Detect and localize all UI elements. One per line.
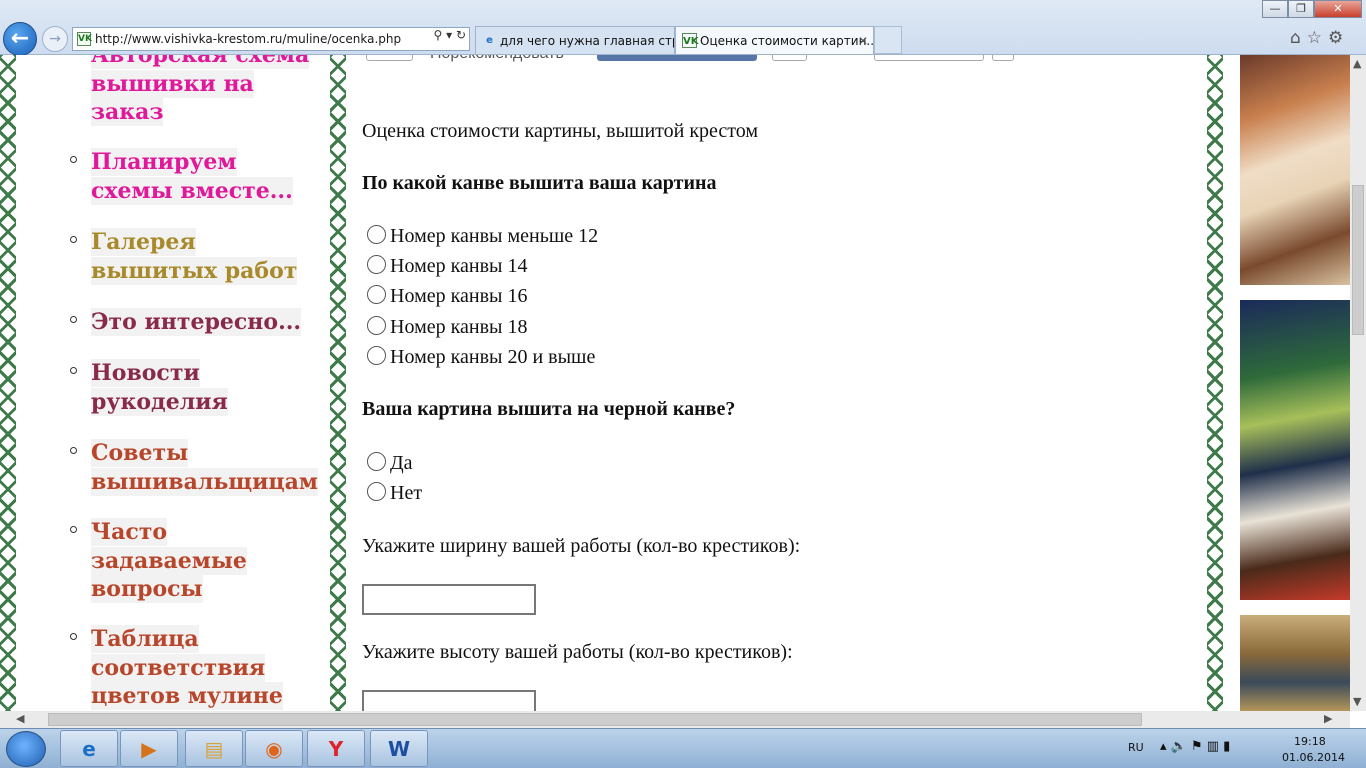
forward-button[interactable]: → [42,26,68,52]
tab-inactive[interactable]: e для чего нужна главная стра... [475,26,675,54]
embroidery-girl-dog-image[interactable] [1240,55,1350,285]
close-tab-icon[interactable]: ✕ [858,27,868,54]
share-button[interactable] [597,55,757,61]
gear-icon[interactable]: ⚙ [1328,28,1349,48]
width-input[interactable] [362,584,536,615]
tab-active[interactable]: VK Оценка стоимости картин... ✕ [675,26,874,54]
bullet-icon [70,367,77,374]
bullet-icon [70,633,77,640]
radio-circle-icon[interactable] [367,255,386,274]
bullet-icon [70,156,77,163]
radio-circle-icon[interactable] [367,346,386,365]
home-icon[interactable]: ⌂ [1290,28,1307,48]
window-controls: — ❐ ✕ [1262,0,1364,18]
scroll-right-icon[interactable]: ▶ [1324,712,1332,725]
clock-time[interactable]: 19:18 [1294,735,1326,748]
tray-icons[interactable]: ▴ 🔈 ⚑ ▥ ▮ [1160,739,1230,754]
bullet-icon [70,316,77,323]
clock-date[interactable]: 01.06.2014 [1282,751,1345,764]
bullet-icon [70,236,77,243]
close-window-button[interactable]: ✕ [1314,0,1362,18]
vk-site-icon: VK [682,33,699,48]
favorites-star-icon[interactable]: ☆ [1307,28,1328,48]
social-button[interactable] [366,55,413,61]
minimize-button[interactable]: — [1262,0,1288,18]
tab-title: для чего нужна главная стра... [500,34,674,48]
social-button[interactable] [772,55,807,61]
height-label: Укажите высоту вашей работы (кол-во крес… [362,641,793,663]
radio-canvas-20-plus[interactable]: Номер канвы 20 и выше [367,346,595,369]
media-player-icon[interactable]: ▶ [120,730,178,767]
horizontal-scrollbar[interactable]: ◀ ▶ [0,711,1350,728]
embroidery-previews [1240,55,1350,711]
scroll-up-icon[interactable]: ▲ [1353,57,1361,70]
form-title: Оценка стоимости картины, вышитой кресто… [362,120,759,142]
radio-canvas-14[interactable]: Номер канвы 14 [367,255,527,278]
start-button[interactable] [6,731,46,767]
ie-icon[interactable]: e [60,730,118,767]
tab-title: Оценка стоимости картин... [700,34,874,48]
embroidery-ornament-image[interactable] [1240,615,1350,711]
back-button[interactable]: ← [3,22,37,56]
ie-page-icon: e [486,35,493,46]
address-bar[interactable]: VK http://www.vishivka-krestom.ru/muline… [72,27,470,51]
radio-canvas-less-12[interactable]: Номер канвы меньше 12 [367,225,598,248]
taskbar: e ▶ ▤ ◉ Y W RU ▴ 🔈 ⚑ ▥ ▮ 19:18 01.06.201… [0,728,1366,768]
height-input[interactable] [362,690,536,711]
radio-circle-icon[interactable] [367,225,386,244]
vertical-scroll-thumb[interactable] [1352,185,1364,335]
bullet-icon [70,526,77,533]
toolbar-icons: ⌂☆⚙ [1290,28,1349,48]
new-tab-button[interactable] [874,26,902,54]
horizontal-scroll-thumb[interactable] [48,713,1142,726]
radio-circle-icon[interactable] [367,285,386,304]
width-label: Укажите ширину вашей работы (кол-во крес… [362,535,801,557]
ornament-border-right [1207,55,1223,711]
radio-canvas-16[interactable]: Номер канвы 16 [367,285,527,308]
radio-circle-icon[interactable] [367,316,386,335]
radio-circle-icon[interactable] [367,452,386,471]
browser-chrome: ← → VK http://www.vishivka-krestom.ru/mu… [0,0,1366,56]
ornament-border-middle [330,55,346,711]
social-buttons-strip: Порекомендовать [362,55,1062,65]
question-black-canvas: Ваша картина вышита на черной канве? [362,398,736,420]
language-indicator[interactable]: RU [1128,741,1144,754]
word-icon[interactable]: W [370,730,428,767]
radio-no[interactable]: Нет [367,482,422,505]
radio-circle-icon[interactable] [367,482,386,501]
social-button[interactable] [992,55,1014,61]
radio-canvas-18[interactable]: Номер канвы 18 [367,316,527,339]
system-tray: RU ▴ 🔈 ⚑ ▥ ▮ 19:18 01.06.2014 [1124,731,1366,767]
scroll-left-icon[interactable]: ◀ [16,712,24,725]
question-canvas-count: По какой канве вышита ваша картина [362,172,717,194]
vertical-scrollbar[interactable]: ▲ ▼ [1350,55,1366,711]
site-favicon-icon: VK [77,32,92,46]
embroidery-picasso-image[interactable] [1240,300,1350,600]
firefox-icon[interactable]: ◉ [245,730,303,767]
web-page: Порекомендовать Авторская схема вышивки … [0,55,1350,711]
social-button[interactable] [874,55,984,61]
address-url: http://www.vishivka-krestom.ru/muline/oc… [95,32,402,46]
scroll-down-icon[interactable]: ▼ [1353,695,1361,708]
recommend-label[interactable]: Порекомендовать [430,55,564,63]
explorer-icon[interactable]: ▤ [185,730,243,767]
radio-yes[interactable]: Да [367,452,413,475]
yandex-icon[interactable]: Y [307,730,365,767]
maximize-button[interactable]: ❐ [1288,0,1314,18]
address-search-refresh-icons[interactable]: ⚲ ▾ ↻ [434,28,467,42]
ornament-border-left [0,55,16,711]
bullet-icon [70,447,77,454]
